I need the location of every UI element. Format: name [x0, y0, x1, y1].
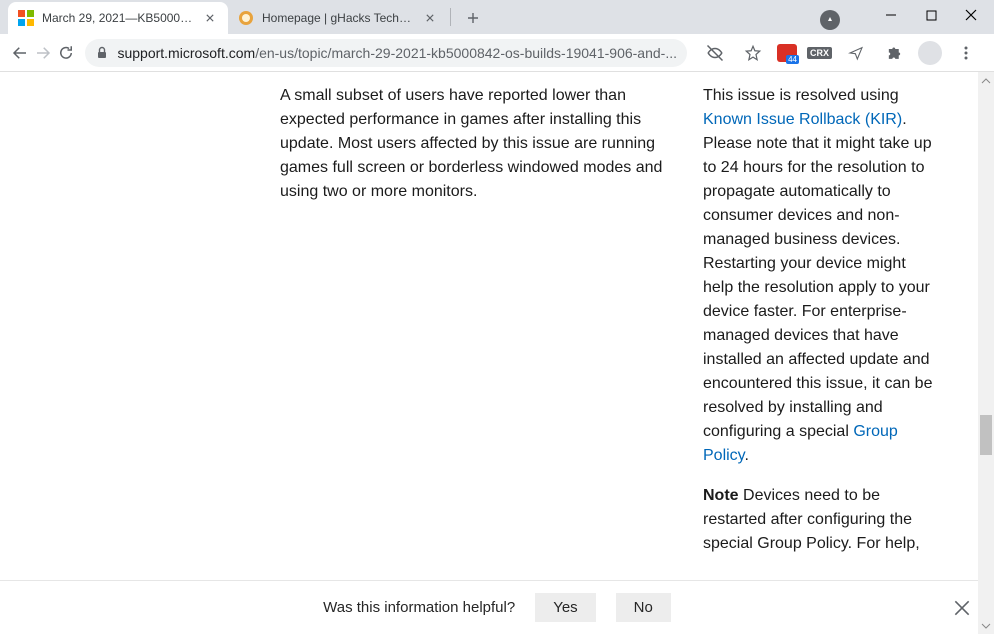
article-body: A small subset of users have reported lo… — [0, 72, 994, 634]
window-close-button[interactable] — [962, 6, 980, 24]
url-text: support.microsoft.com/en-us/topic/march-… — [117, 45, 677, 61]
microsoft-favicon — [18, 10, 34, 26]
ghacks-favicon — [238, 10, 254, 26]
workaround-column: This issue is resolved using Known Issue… — [703, 84, 935, 572]
scrollbar-thumb[interactable] — [980, 415, 992, 455]
window-maximize-button[interactable] — [922, 6, 940, 24]
browser-titlebar: March 29, 2021—KB5000842 (OS Homepage | … — [0, 0, 994, 34]
menu-button[interactable] — [952, 39, 980, 67]
window-minimize-button[interactable] — [882, 6, 900, 24]
symptom-text: A small subset of users have reported lo… — [280, 84, 675, 204]
feedback-no-button[interactable]: No — [616, 593, 671, 622]
feedback-close-button[interactable] — [954, 600, 970, 616]
page-content: A small subset of users have reported lo… — [0, 72, 994, 634]
extension-ublock-icon[interactable] — [777, 44, 797, 62]
window-controls — [806, 0, 994, 36]
feedback-yes-button[interactable]: Yes — [535, 593, 595, 622]
new-tab-button[interactable] — [459, 4, 487, 32]
eye-off-icon[interactable] — [701, 39, 729, 67]
toolbar-actions: CRX — [695, 39, 986, 67]
feedback-question: Was this information helpful? — [323, 599, 515, 616]
address-bar[interactable]: support.microsoft.com/en-us/topic/march-… — [85, 39, 687, 67]
browser-toolbar: support.microsoft.com/en-us/topic/march-… — [0, 34, 994, 72]
note-paragraph: Note Devices need to be restarted after … — [703, 484, 935, 556]
profile-badge-icon[interactable] — [820, 10, 840, 30]
tab-separator — [450, 8, 451, 26]
lock-icon — [95, 46, 109, 60]
extension-crx-icon[interactable]: CRX — [807, 47, 832, 59]
symptom-column: A small subset of users have reported lo… — [280, 84, 675, 572]
feedback-bar: Was this information helpful? Yes No — [0, 580, 994, 634]
browser-tab[interactable]: Homepage | gHacks Technology — [228, 2, 448, 34]
vertical-scrollbar[interactable] — [978, 72, 994, 634]
tab-strip: March 29, 2021—KB5000842 (OS Homepage | … — [0, 0, 487, 34]
browser-tab-active[interactable]: March 29, 2021—KB5000842 (OS — [8, 2, 228, 34]
forward-button[interactable] — [31, 39, 54, 67]
reload-button[interactable] — [54, 39, 77, 67]
tab-close-button[interactable] — [422, 10, 438, 26]
back-button[interactable] — [8, 39, 31, 67]
profile-avatar[interactable] — [918, 41, 942, 65]
tab-title: March 29, 2021—KB5000842 (OS — [42, 11, 196, 25]
tab-title: Homepage | gHacks Technology — [262, 11, 416, 25]
scrollbar-up-button[interactable] — [978, 72, 994, 89]
scrollbar-down-button[interactable] — [978, 617, 994, 634]
tab-close-button[interactable] — [202, 10, 218, 26]
extensions-puzzle-icon[interactable] — [880, 39, 908, 67]
star-icon[interactable] — [739, 39, 767, 67]
workaround-paragraph: This issue is resolved using Known Issue… — [703, 84, 935, 468]
kir-link[interactable]: Known Issue Rollback (KIR) — [703, 111, 902, 128]
extension-plane-icon[interactable] — [842, 39, 870, 67]
